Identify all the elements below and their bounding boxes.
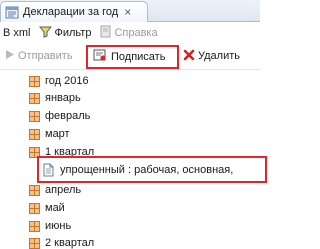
help-button[interactable]: Справка	[100, 23, 158, 43]
document-label: упрощенный : рабочая, основная,	[60, 163, 234, 176]
tree-node-month[interactable]: июнь	[29, 218, 71, 234]
folder-icon	[29, 220, 40, 232]
folder-icon	[29, 237, 40, 249]
help-label: Справка	[114, 27, 158, 39]
tree-node-document[interactable]: упрощенный : рабочая, основная,	[37, 156, 267, 183]
sign-label: Подписать	[111, 51, 166, 63]
sign-button[interactable]: Подписать	[86, 45, 179, 69]
tab-bar: Декларации за год ×	[0, 0, 260, 22]
tab-title: Декларации за год	[23, 6, 119, 18]
tree-node-label: январь	[45, 92, 81, 104]
folder-icon	[29, 92, 40, 104]
tree-node-month[interactable]: апрель	[29, 182, 81, 198]
delete-button[interactable]: Удалить	[183, 46, 240, 66]
tree-node-label: март	[45, 128, 70, 140]
tree-node-month[interactable]: январь	[29, 90, 81, 106]
send-button[interactable]: Отправить	[5, 46, 73, 66]
tab-declarations[interactable]: Декларации за год ×	[0, 1, 148, 22]
folder-icon	[29, 128, 40, 140]
tree-node-label: 2 квартал	[45, 237, 95, 249]
tree-node-year[interactable]: год 2016	[29, 73, 89, 89]
tree-node-label: год 2016	[45, 75, 89, 87]
send-label: Отправить	[18, 50, 73, 62]
tree-node-label: июнь	[45, 220, 72, 232]
tree-node-month[interactable]: март	[29, 126, 70, 142]
folder-icon	[29, 75, 40, 87]
folder-icon	[29, 184, 40, 196]
folder-icon	[29, 202, 40, 214]
filter-button[interactable]: Фильтр	[38, 23, 92, 43]
declarations-tab-icon	[5, 6, 19, 19]
folder-icon	[29, 110, 40, 122]
document-icon	[43, 163, 54, 177]
tree-node-month[interactable]: май	[29, 200, 65, 216]
help-book-icon	[100, 25, 111, 41]
tree-node-quarter[interactable]: 2 квартал	[29, 235, 94, 249]
filter-label: Фильтр	[54, 27, 92, 39]
tree-node-label: май	[45, 202, 65, 214]
delete-label: Удалить	[198, 50, 240, 62]
export-xml-button[interactable]: В xml	[3, 23, 31, 43]
tree-node-month[interactable]: февраль	[29, 108, 90, 124]
export-xml-label: В xml	[3, 27, 31, 39]
tree-node-label: апрель	[45, 184, 82, 196]
tree-node-label: февраль	[45, 110, 91, 122]
toolbar-row-1: В xml Фильтр Справка	[0, 23, 260, 43]
delete-x-icon	[183, 49, 195, 64]
close-icon[interactable]: ×	[124, 6, 131, 18]
filter-icon	[38, 25, 52, 41]
sign-certificate-icon	[93, 49, 107, 65]
send-arrow-icon	[5, 49, 15, 63]
